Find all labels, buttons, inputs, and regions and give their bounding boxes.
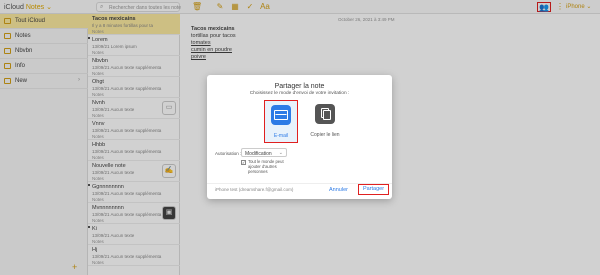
- checkbox-label: Tout le monde peut ajouter d'autres pers…: [248, 159, 284, 174]
- allow-add-people-checkbox[interactable]: ✓: [241, 160, 246, 165]
- share-button[interactable]: Partager: [358, 184, 389, 195]
- chevron-down-icon: ⌄: [278, 150, 283, 156]
- dialog-subtitle: Choisissez le mode d'envoi de votre invi…: [249, 91, 350, 96]
- share-option-email[interactable]: E-mail: [264, 100, 298, 143]
- permission-label: Autorisation :: [215, 151, 242, 156]
- permission-select[interactable]: Modification ⌄: [241, 148, 287, 157]
- share-option-label: E-mail: [273, 133, 289, 139]
- copy-link-icon: [315, 104, 335, 124]
- dialog-title: Partager la note: [274, 83, 325, 90]
- share-option-label: Copier le lien: [310, 132, 340, 138]
- permission-value: Modification: [245, 150, 272, 157]
- share-option-copy-link[interactable]: Copier le lien: [308, 100, 342, 143]
- cancel-button[interactable]: Annuler: [329, 187, 348, 193]
- share-note-dialog: Partager la note Choisissez le mode d'en…: [207, 75, 392, 199]
- mail-icon: [271, 105, 291, 125]
- account-text: iPhone test (dreamshare.f@gmail.com): [215, 187, 294, 192]
